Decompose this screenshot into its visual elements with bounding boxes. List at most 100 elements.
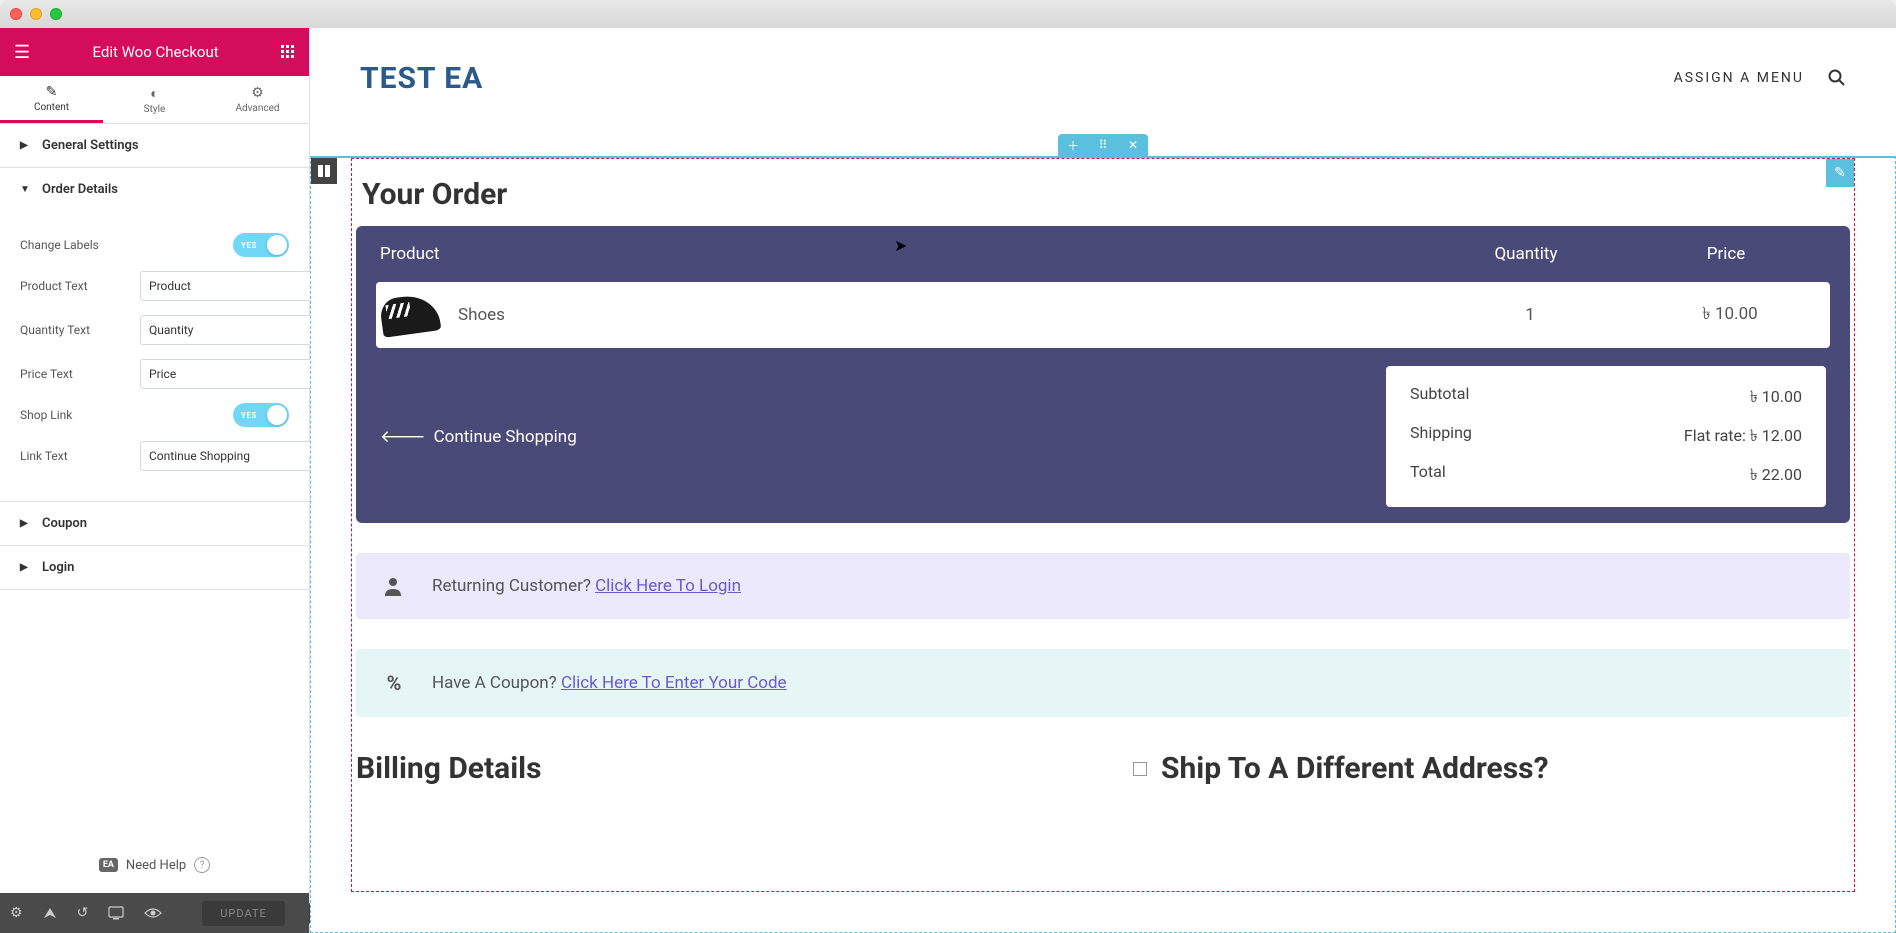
delete-section-button[interactable]: ✕ [1118, 134, 1148, 156]
hamburger-icon[interactable]: ☰ [14, 42, 30, 63]
total-label: Total [1410, 462, 1446, 489]
section-login[interactable]: ▶ Login [0, 546, 309, 589]
shop-link-toggle[interactable]: YES [233, 403, 289, 427]
coupon-link[interactable]: Click Here To Enter Your Code [561, 673, 787, 693]
coupon-notice: % Have A Coupon? Click Here To Enter You… [356, 649, 1850, 717]
tab-label: Content [34, 102, 69, 113]
col-header-price: Price [1626, 244, 1826, 264]
navigator-icon[interactable] [43, 906, 57, 920]
section-label: General Settings [42, 138, 139, 153]
tab-label: Advanced [235, 103, 279, 114]
window-zoom-button[interactable] [50, 8, 62, 20]
continue-shopping-link[interactable]: 🡐 Continue Shopping [380, 366, 577, 507]
caret-right-icon: ▶ [20, 140, 30, 151]
settings-icon[interactable]: ⚙ [10, 905, 23, 921]
window-minimize-button[interactable] [30, 8, 42, 20]
contrast-icon: ◐ [150, 85, 158, 102]
section-label: Login [42, 560, 74, 575]
apps-grid-icon[interactable] [281, 45, 295, 59]
total-value: ৳ 22.00 [1750, 462, 1802, 489]
billing-details-heading: Billing Details [356, 751, 1073, 786]
responsive-icon[interactable] [108, 906, 124, 920]
history-icon[interactable]: ↺ [77, 905, 89, 921]
product-quantity: 1 [1430, 305, 1630, 325]
column-handle[interactable] [311, 158, 337, 184]
tab-content[interactable]: ✎ Content [0, 76, 103, 123]
pencil-icon: ✎ [46, 84, 58, 100]
assign-menu-link[interactable]: ASSIGN A MENU [1674, 70, 1804, 86]
coupon-notice-text: Have A Coupon? [432, 673, 561, 693]
col-header-product: Product [380, 244, 1426, 264]
caret-right-icon: ▶ [20, 562, 30, 573]
section-general-settings[interactable]: ▶ General Settings [0, 124, 309, 167]
product-thumbnail [376, 282, 444, 348]
percent-icon: % [382, 671, 406, 695]
login-link[interactable]: Click Here To Login [595, 576, 741, 596]
toggle-knob [267, 235, 287, 255]
toggle-state: YES [233, 241, 257, 250]
ship-different-checkbox[interactable] [1133, 762, 1147, 776]
section-coupon[interactable]: ▶ Coupon [0, 502, 309, 545]
order-table: Product Quantity Price Shoes 1 ৳ 10.00 🡐 [356, 226, 1850, 523]
editor-title: Edit Woo Checkout [92, 43, 218, 61]
product-text-label: Product Text [20, 279, 140, 293]
caret-down-icon: ▼ [20, 184, 30, 195]
change-labels-label: Change Labels [20, 238, 140, 252]
your-order-heading: Your Order [362, 177, 1850, 212]
quantity-text-input[interactable] [140, 315, 314, 345]
subtotal-value: ৳ 10.00 [1750, 384, 1802, 411]
ship-different-heading: Ship To A Different Address? [1161, 751, 1549, 786]
shoe-image [379, 292, 442, 338]
arrow-left-icon: 🡐 [380, 427, 426, 447]
link-text-input[interactable] [140, 441, 314, 471]
price-text-input[interactable] [140, 359, 314, 389]
section-label: Order Details [42, 182, 118, 197]
login-notice: Returning Customer? Click Here To Login [356, 553, 1850, 619]
preview-icon[interactable] [144, 907, 162, 919]
editor-bottom-bar: ⚙ ↺ UPDATE ▴ [0, 893, 309, 933]
shipping-label: Shipping [1410, 423, 1472, 450]
update-label: UPDATE [220, 907, 266, 920]
need-help-label: Need Help [126, 858, 186, 873]
preview-canvas: TEST EA ASSIGN A MENU ＋ ⠿ ✕ ✎ Your Order [310, 28, 1896, 933]
price-text-label: Price Text [20, 367, 140, 381]
toggle-knob [267, 405, 287, 425]
add-section-button[interactable]: ＋ [1058, 134, 1088, 156]
shipping-value: Flat rate: ৳ 12.00 [1684, 423, 1802, 450]
product-text-input[interactable] [140, 271, 314, 301]
link-text-label: Link Text [20, 449, 140, 463]
toggle-state: YES [233, 411, 257, 420]
edit-widget-button[interactable]: ✎ [1826, 159, 1854, 187]
editor-header: ☰ Edit Woo Checkout [0, 28, 309, 76]
editor-sidebar: ☰ Edit Woo Checkout ✎ Content ◐ Style ⚙ … [0, 28, 310, 933]
subtotal-label: Subtotal [1410, 384, 1469, 411]
login-notice-text: Returning Customer? [432, 576, 595, 596]
ea-badge-icon: EA [99, 858, 118, 872]
totals-box: Subtotal ৳ 10.00 Shipping Flat rate: ৳ 1… [1386, 366, 1826, 507]
window-titlebar [0, 0, 1896, 28]
caret-right-icon: ▶ [20, 518, 30, 529]
site-header: TEST EA ASSIGN A MENU [310, 28, 1896, 128]
editor-column[interactable]: ✎ Your Order Product Quantity Price Shoe… [351, 158, 1855, 892]
change-labels-toggle[interactable]: YES [233, 233, 289, 257]
tab-advanced[interactable]: ⚙ Advanced [206, 76, 309, 123]
gear-icon: ⚙ [251, 85, 264, 101]
section-label: Coupon [42, 516, 87, 531]
editor-section[interactable]: ✎ Your Order Product Quantity Price Shoe… [310, 156, 1896, 933]
tab-label: Style [144, 104, 166, 115]
shop-link-label: Shop Link [20, 408, 140, 422]
order-item-row: Shoes 1 ৳ 10.00 [376, 282, 1830, 348]
tab-style[interactable]: ◐ Style [103, 76, 206, 123]
drag-section-handle[interactable]: ⠿ [1088, 134, 1118, 156]
help-icon: ? [194, 857, 210, 873]
product-name: Shoes [444, 305, 1430, 325]
section-order-details[interactable]: ▼ Order Details [0, 168, 309, 211]
section-handles: ＋ ⠿ ✕ [1058, 134, 1148, 156]
site-title: TEST EA [360, 61, 483, 96]
search-icon[interactable] [1828, 69, 1846, 87]
quantity-text-label: Quantity Text [20, 323, 140, 337]
window-close-button[interactable] [10, 8, 22, 20]
update-button[interactable]: UPDATE [202, 901, 284, 926]
product-price: ৳ 10.00 [1630, 301, 1830, 329]
need-help[interactable]: EA Need Help ? [0, 837, 309, 893]
